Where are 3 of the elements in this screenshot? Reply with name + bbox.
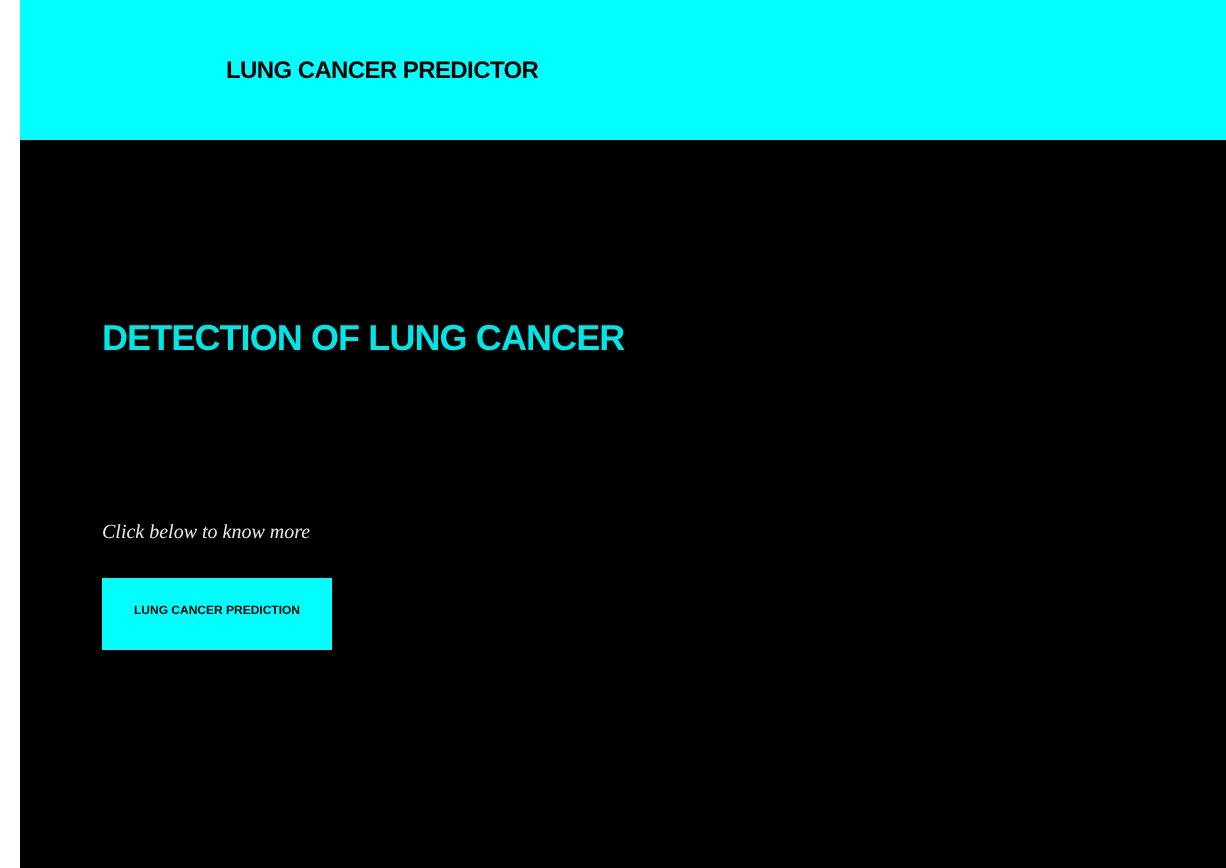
site-title: LUNG CANCER PREDICTOR (226, 54, 539, 88)
prompt-text: Click below to know more (102, 519, 311, 547)
hero-heading: DETECTION OF LUNG CANCER (102, 316, 625, 361)
